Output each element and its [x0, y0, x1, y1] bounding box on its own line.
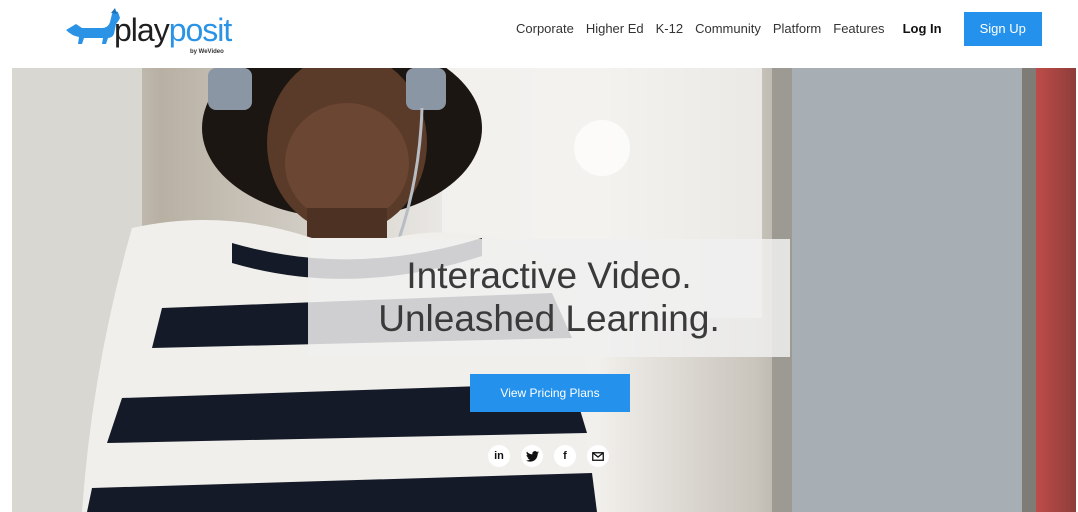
nav-community[interactable]: Community [695, 12, 761, 46]
hero-section: Interactive Video. Unleashed Learning. V… [12, 68, 1076, 512]
login-link[interactable]: Log In [903, 12, 942, 46]
nav-corporate[interactable]: Corporate [516, 12, 574, 46]
twitter-icon[interactable] [521, 445, 543, 467]
nav-platform[interactable]: Platform [773, 12, 821, 46]
facebook-icon[interactable]: f [554, 445, 576, 467]
view-pricing-plans-button[interactable]: View Pricing Plans [470, 374, 630, 412]
hero-headline-line1: Interactive Video. [406, 255, 692, 296]
logo-byline: by WeVideo [190, 49, 224, 55]
email-icon[interactable] [587, 445, 609, 467]
site-header: playposit by WeVideo Corporate Higher Ed… [0, 0, 1078, 68]
social-share-icons: in f [488, 445, 620, 467]
headline-box: Interactive Video. Unleashed Learning. [308, 239, 790, 357]
playposit-logo[interactable]: playposit by WeVideo [62, 6, 252, 62]
hero-headline-line2: Unleashed Learning. [378, 298, 720, 339]
linkedin-icon[interactable]: in [488, 445, 510, 467]
nav-k12[interactable]: K-12 [656, 12, 683, 46]
main-nav: Corporate Higher Ed K-12 Community Platf… [516, 12, 1042, 46]
signup-button[interactable]: Sign Up [963, 12, 1042, 46]
nav-features[interactable]: Features [833, 12, 884, 46]
nav-higher-ed[interactable]: Higher Ed [586, 12, 644, 46]
logo-wordmark: playposit [114, 12, 232, 48]
dachshund-logo-icon [66, 8, 120, 45]
